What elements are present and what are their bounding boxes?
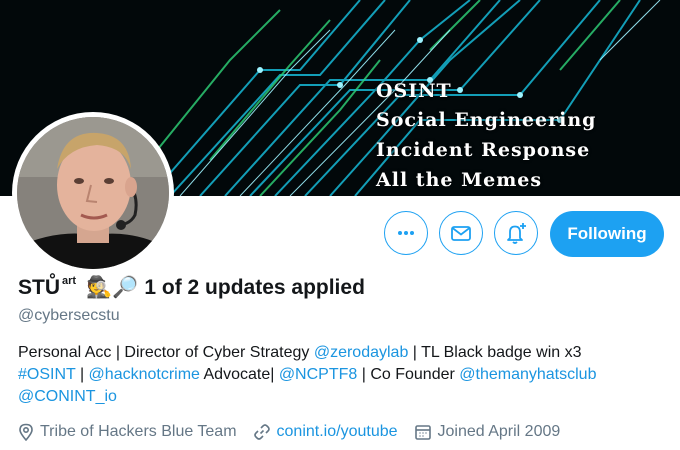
avatar-photo — [17, 117, 169, 269]
notifications-button[interactable] — [494, 211, 538, 255]
profile-meta: Tribe of Hackers Blue Team conint.io/you… — [18, 423, 576, 441]
website[interactable]: conint.io/youtube — [253, 423, 398, 441]
message-button[interactable] — [439, 211, 483, 255]
more-icon — [398, 231, 414, 235]
banner-line-osint: OSINT — [376, 80, 452, 102]
join-date: Joined April 2009 — [414, 423, 561, 441]
hashtag-link-osint[interactable]: #OSINT — [18, 366, 76, 383]
calendar-icon — [414, 425, 431, 440]
bio: Personal Acc | Director of Cyber Strateg… — [18, 342, 668, 408]
banner-line-memes: All the Memes — [376, 169, 543, 191]
name-emoji: 🕵🔎 — [86, 276, 139, 299]
mention-link-conint[interactable]: @CONINT_io — [18, 388, 117, 405]
avatar[interactable] — [12, 112, 174, 274]
mention-link-themanyhatsclub[interactable]: @themanyhatsclub — [459, 366, 596, 383]
location: Tribe of Hackers Blue Team — [18, 423, 237, 441]
name-main: STŮ — [18, 276, 60, 299]
envelope-icon — [451, 226, 471, 241]
banner-line-social-engineering: Social Engineering — [376, 109, 597, 131]
mention-link-zerodaylab[interactable]: @zerodaylab — [314, 344, 409, 361]
mention-link-hacknotcrime[interactable]: @hacknotcrime — [89, 366, 200, 383]
bell-plus-icon — [507, 223, 526, 244]
bio-text: | Co Founder — [357, 366, 460, 383]
display-name: STŮ art 🕵🔎 1 of 2 updates applied — [18, 275, 365, 300]
website-link[interactable]: conint.io/youtube — [277, 423, 398, 441]
bio-text: | TL Black badge win x3 — [408, 344, 582, 361]
bio-text: Advocate| — [199, 366, 279, 383]
name-status: 1 of 2 updates applied — [144, 276, 365, 299]
mention-link-ncptf8[interactable]: @NCPTF8 — [279, 366, 357, 383]
following-button[interactable]: Following — [550, 211, 664, 257]
location-pin-icon — [19, 423, 33, 441]
location-text: Tribe of Hackers Blue Team — [40, 423, 237, 440]
more-button[interactable] — [384, 211, 428, 255]
banner-line-incident-response: Incident Response — [376, 139, 591, 161]
name-superscript: art — [62, 275, 77, 287]
bio-text: | — [75, 366, 89, 383]
user-handle: @cybersecstu — [18, 307, 120, 324]
joined-text: Joined April 2009 — [437, 423, 561, 440]
link-icon — [253, 424, 270, 440]
bio-text: Personal Acc | Director of Cyber Strateg… — [18, 344, 314, 361]
